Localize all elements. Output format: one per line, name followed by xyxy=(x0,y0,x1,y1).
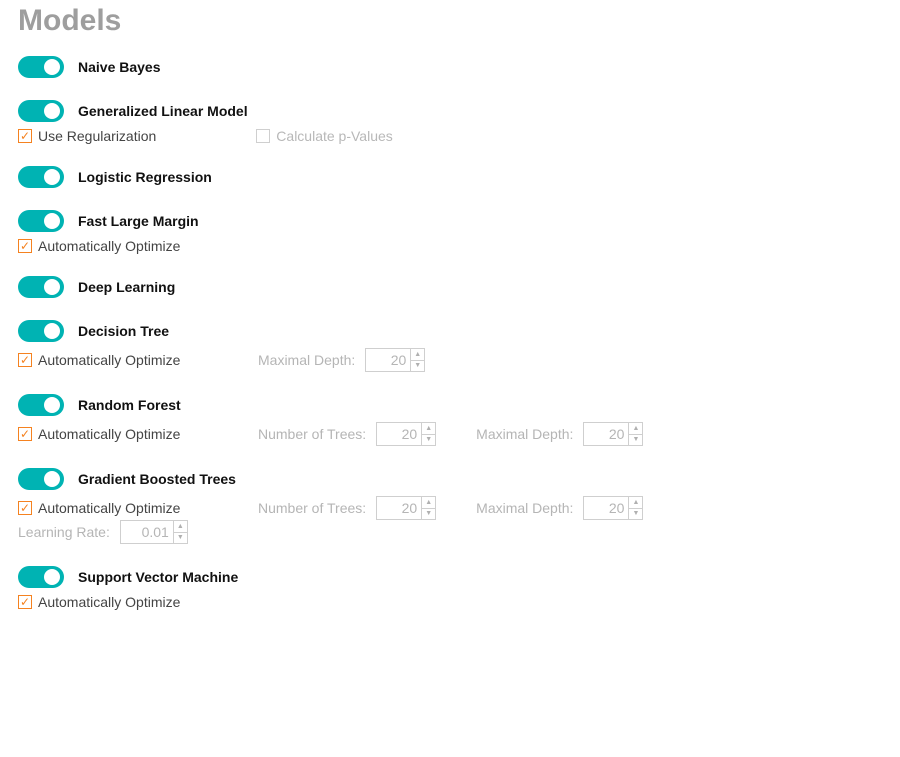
checkmark-icon: ✓ xyxy=(20,130,30,142)
page-title: Models xyxy=(18,4,882,38)
spinner-down-icon[interactable]: ▼ xyxy=(422,435,435,446)
spinner-up-icon[interactable]: ▲ xyxy=(174,521,187,533)
checkbox-label: Calculate p-Values xyxy=(276,128,392,144)
label-rforest: Random Forest xyxy=(78,397,181,413)
label-svm: Support Vector Machine xyxy=(78,569,238,585)
checkbox-svm-auto-opt[interactable]: ✓ Automatically Optimize xyxy=(18,594,180,610)
spinner-down-icon[interactable]: ▼ xyxy=(422,509,435,520)
spinner-rforest-ntrees[interactable]: ▲ ▼ xyxy=(376,422,436,446)
checkmark-icon: ✓ xyxy=(20,596,30,608)
spinner-up-icon[interactable]: ▲ xyxy=(422,423,435,435)
checkmark-icon: ✓ xyxy=(20,502,30,514)
checkmark-icon: ✓ xyxy=(20,354,30,366)
checkmark-icon: ✓ xyxy=(20,240,30,252)
spinner-input[interactable] xyxy=(584,423,628,445)
param-label-dtree-maxdepth: Maximal Depth: xyxy=(258,352,355,368)
spinner-up-icon[interactable]: ▲ xyxy=(629,497,642,509)
checkbox-label: Automatically Optimize xyxy=(38,594,180,610)
spinner-gbt-maxdepth[interactable]: ▲ ▼ xyxy=(583,496,643,520)
checkbox-label: Use Regularization xyxy=(38,128,156,144)
checkbox-use-regularization[interactable]: ✓ Use Regularization xyxy=(18,128,156,144)
label-logistic: Logistic Regression xyxy=(78,169,212,185)
toggle-deep[interactable] xyxy=(18,276,64,298)
spinner-input[interactable] xyxy=(121,521,173,543)
checkbox-label: Automatically Optimize xyxy=(38,426,180,442)
checkbox-label: Automatically Optimize xyxy=(38,352,180,368)
param-label-gbt-maxdepth: Maximal Depth: xyxy=(476,500,573,516)
label-naive-bayes: Naive Bayes xyxy=(78,59,161,75)
spinner-down-icon[interactable]: ▼ xyxy=(629,509,642,520)
checkbox-label: Automatically Optimize xyxy=(38,238,180,254)
spinner-up-icon[interactable]: ▲ xyxy=(411,349,424,361)
label-flm: Fast Large Margin xyxy=(78,213,199,229)
spinner-gbt-ntrees[interactable]: ▲ ▼ xyxy=(376,496,436,520)
checkmark-icon: ✓ xyxy=(20,428,30,440)
spinner-down-icon[interactable]: ▼ xyxy=(629,435,642,446)
checkbox-dtree-auto-opt[interactable]: ✓ Automatically Optimize xyxy=(18,352,218,368)
label-deep: Deep Learning xyxy=(78,279,175,295)
toggle-dtree[interactable] xyxy=(18,320,64,342)
param-label-rforest-maxdepth: Maximal Depth: xyxy=(476,426,573,442)
toggle-rforest[interactable] xyxy=(18,394,64,416)
spinner-input[interactable] xyxy=(366,349,410,371)
spinner-down-icon[interactable]: ▼ xyxy=(174,533,187,544)
checkbox-flm-auto-opt[interactable]: ✓ Automatically Optimize xyxy=(18,238,180,254)
toggle-glm[interactable] xyxy=(18,100,64,122)
toggle-logistic[interactable] xyxy=(18,166,64,188)
param-label-gbt-ntrees: Number of Trees: xyxy=(258,500,366,516)
spinner-rforest-maxdepth[interactable]: ▲ ▼ xyxy=(583,422,643,446)
checkbox-rforest-auto-opt[interactable]: ✓ Automatically Optimize xyxy=(18,426,218,442)
param-label-rforest-ntrees: Number of Trees: xyxy=(258,426,366,442)
checkbox-gbt-auto-opt[interactable]: ✓ Automatically Optimize xyxy=(18,500,218,516)
toggle-flm[interactable] xyxy=(18,210,64,232)
spinner-down-icon[interactable]: ▼ xyxy=(411,361,424,372)
param-label-gbt-lr: Learning Rate: xyxy=(18,524,110,540)
spinner-input[interactable] xyxy=(584,497,628,519)
toggle-svm[interactable] xyxy=(18,566,64,588)
spinner-gbt-lr[interactable]: ▲ ▼ xyxy=(120,520,188,544)
checkbox-label: Automatically Optimize xyxy=(38,500,180,516)
label-glm: Generalized Linear Model xyxy=(78,103,248,119)
spinner-up-icon[interactable]: ▲ xyxy=(422,497,435,509)
spinner-up-icon[interactable]: ▲ xyxy=(629,423,642,435)
checkbox-calc-pvalues: Calculate p-Values xyxy=(256,128,392,144)
label-dtree: Decision Tree xyxy=(78,323,169,339)
spinner-dtree-maxdepth[interactable]: ▲ ▼ xyxy=(365,348,425,372)
label-gbt: Gradient Boosted Trees xyxy=(78,471,236,487)
spinner-input[interactable] xyxy=(377,423,421,445)
toggle-naive-bayes[interactable] xyxy=(18,56,64,78)
toggle-gbt[interactable] xyxy=(18,468,64,490)
spinner-input[interactable] xyxy=(377,497,421,519)
